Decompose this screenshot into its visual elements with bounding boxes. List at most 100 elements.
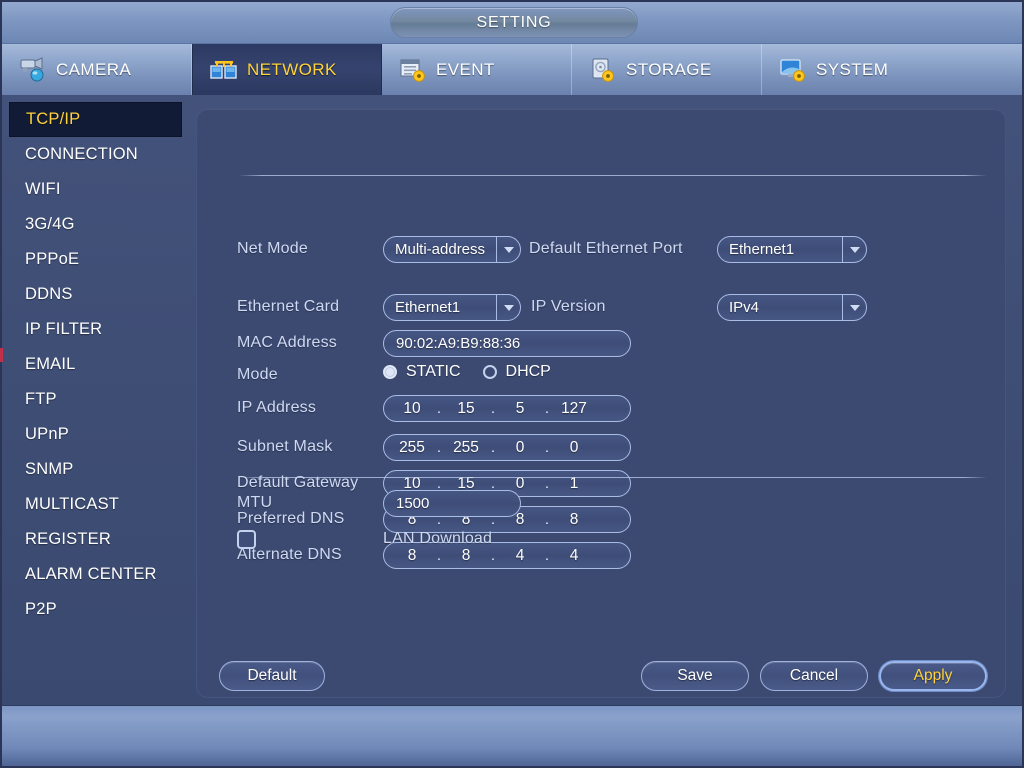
section-divider-top — [239, 175, 987, 176]
camera-icon — [18, 56, 48, 84]
chevron-down-icon[interactable] — [842, 295, 866, 320]
sidebar-item-alarm-center[interactable]: ALARM CENTER — [9, 557, 182, 592]
setting-window: SETTING CAMERA NETWORK EVENT STORAGE SYS… — [0, 0, 1024, 768]
sidebar-item-label: UPnP — [25, 425, 69, 443]
subnet-octet-1[interactable]: 255 — [390, 439, 434, 457]
radio-static-label: STATIC — [406, 363, 461, 380]
sidebar-item-pppoe[interactable]: PPPoE — [9, 242, 182, 277]
ip-version-select[interactable]: IPv4 — [717, 294, 867, 321]
network-sidebar[interactable]: TCP/IP CONNECTION WIFI 3G/4G PPPoE DDNS … — [2, 96, 190, 696]
sidebar-item-ddns[interactable]: DDNS — [9, 277, 182, 312]
sidebar-item-snmp[interactable]: SNMP — [9, 452, 182, 487]
cancel-button[interactable]: Cancel — [760, 661, 868, 691]
tab-network[interactable]: NETWORK — [192, 44, 382, 95]
tab-event[interactable]: EVENT — [382, 44, 572, 95]
tab-camera[interactable]: CAMERA — [2, 44, 192, 95]
window-title-pill: SETTING — [390, 7, 638, 38]
edge-marker — [0, 348, 3, 362]
apply-button-label: Apply — [913, 667, 953, 684]
mtu-value: 1500 — [396, 495, 430, 512]
default-button[interactable]: Default — [219, 661, 325, 691]
mtu-field[interactable]: 1500 — [383, 490, 521, 517]
ip-dot: . — [544, 400, 550, 417]
sidebar-item-wifi[interactable]: WIFI — [9, 172, 182, 207]
sidebar-item-ftp[interactable]: FTP — [9, 382, 182, 417]
ip-dot: . — [436, 547, 442, 564]
subnet-mask-field[interactable]: 255 . 255 . 0 . 0 — [383, 434, 631, 461]
sidebar-item-label: MULTICAST — [25, 495, 120, 513]
sidebar-item-label: WIFI — [25, 180, 61, 198]
sidebar-item-upnp[interactable]: UPnP — [9, 417, 182, 452]
ip-dot: . — [544, 547, 550, 564]
sidebar-item-email[interactable]: EMAIL — [9, 347, 182, 382]
default-ethernet-port-value: Ethernet1 — [729, 241, 795, 258]
mac-address-value: 90:02:A9:B9:88:36 — [396, 335, 521, 352]
radio-dhcp[interactable]: DHCP — [482, 363, 551, 381]
chevron-down-icon[interactable] — [496, 295, 520, 320]
sidebar-item-multicast[interactable]: MULTICAST — [9, 487, 182, 522]
section-divider-bottom — [239, 477, 987, 478]
adns-octet-3[interactable]: 4 — [498, 547, 542, 565]
sidebar-item-label: REGISTER — [25, 530, 111, 548]
ip-address-field[interactable]: 10 . 15 . 5 . 127 — [383, 395, 631, 422]
chevron-down-icon[interactable] — [842, 237, 866, 262]
tab-storage[interactable]: STORAGE — [572, 44, 762, 95]
mac-address-field[interactable]: 90:02:A9:B9:88:36 — [383, 330, 631, 357]
radio-static-indicator — [383, 365, 397, 379]
ip-dot: . — [436, 439, 442, 456]
ethernet-card-select[interactable]: Ethernet1 — [383, 294, 521, 321]
apply-button[interactable]: Apply — [879, 661, 987, 691]
subnet-mask-label: Subnet Mask — [237, 438, 333, 455]
radio-dhcp-label: DHCP — [505, 363, 551, 380]
default-button-label: Default — [247, 667, 297, 684]
main-tab-strip[interactable]: CAMERA NETWORK EVENT STORAGE SYSTEM — [2, 44, 1022, 95]
sidebar-item-label: 3G/4G — [25, 215, 75, 233]
sidebar-item-p2p[interactable]: P2P — [9, 592, 182, 627]
subnet-octet-4[interactable]: 0 — [552, 439, 596, 457]
net-mode-select[interactable]: Multi-address — [383, 236, 521, 263]
tab-storage-label: STORAGE — [626, 59, 712, 79]
preferred-dns-label: Preferred DNS — [237, 510, 345, 527]
adns-octet-2[interactable]: 8 — [444, 547, 488, 565]
tab-camera-label: CAMERA — [56, 59, 132, 79]
default-ethernet-port-select[interactable]: Ethernet1 — [717, 236, 867, 263]
sidebar-item-label: SNMP — [25, 460, 74, 478]
event-icon — [398, 56, 428, 84]
mtu-label: MTU — [237, 494, 273, 511]
ip-dot: . — [544, 511, 550, 528]
sidebar-item-label: FTP — [25, 390, 57, 408]
ip-octet-3[interactable]: 5 — [498, 400, 542, 418]
sidebar-item-tcp-ip[interactable]: TCP/IP — [9, 102, 182, 137]
lan-download-checkbox[interactable] — [237, 530, 256, 549]
ip-octet-4[interactable]: 127 — [552, 400, 596, 418]
pdns-octet-4[interactable]: 8 — [552, 511, 596, 529]
mode-radio-group[interactable]: STATIC DHCP — [383, 363, 551, 381]
ip-dot: . — [544, 439, 550, 456]
subnet-octet-2[interactable]: 255 — [444, 439, 488, 457]
sidebar-item-label: P2P — [25, 600, 57, 618]
default-ethernet-port-label: Default Ethernet Port — [529, 240, 683, 257]
ip-dot: . — [490, 439, 496, 456]
tab-system[interactable]: SYSTEM — [762, 44, 952, 95]
adns-octet-4[interactable]: 4 — [552, 547, 596, 565]
ip-dot: . — [490, 400, 496, 417]
adns-octet-1[interactable]: 8 — [390, 547, 434, 565]
radio-static[interactable]: STATIC — [383, 363, 461, 381]
sidebar-item-register[interactable]: REGISTER — [9, 522, 182, 557]
ip-octet-2[interactable]: 15 — [444, 400, 488, 418]
chevron-down-icon[interactable] — [496, 237, 520, 262]
ip-address-label: IP Address — [237, 399, 317, 416]
tab-event-label: EVENT — [436, 59, 495, 79]
sidebar-item-label: DDNS — [25, 285, 73, 303]
sidebar-item-label: TCP/IP — [26, 110, 81, 128]
ip-dot: . — [436, 400, 442, 417]
sidebar-item-3g-4g[interactable]: 3G/4G — [9, 207, 182, 242]
sidebar-item-label: EMAIL — [25, 355, 76, 373]
ip-octet-1[interactable]: 10 — [390, 400, 434, 418]
ethernet-card-label: Ethernet Card — [237, 298, 340, 315]
tab-network-label: NETWORK — [247, 59, 337, 79]
save-button[interactable]: Save — [641, 661, 749, 691]
subnet-octet-3[interactable]: 0 — [498, 439, 542, 457]
sidebar-item-ip-filter[interactable]: IP FILTER — [9, 312, 182, 347]
sidebar-item-connection[interactable]: CONNECTION — [9, 137, 182, 172]
